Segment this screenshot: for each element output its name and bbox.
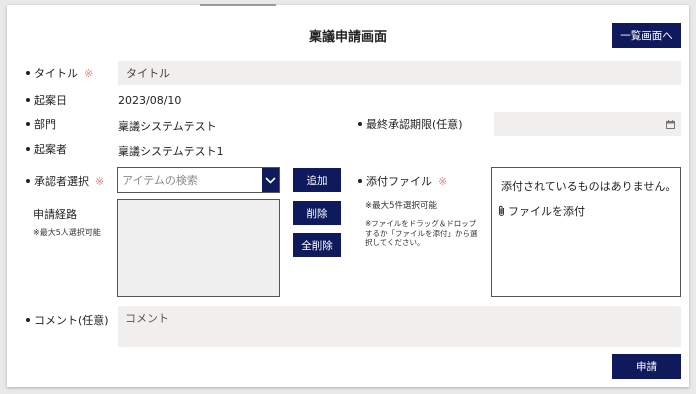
delete-approver-button[interactable]: 削除 <box>293 201 341 225</box>
drafter-value: 稟議システムテスト1 <box>118 145 224 158</box>
created-date-label-text: 起案日 <box>34 94 67 107</box>
bullet <box>26 122 30 126</box>
created-date-value: 2023/08/10 <box>118 94 182 107</box>
top-accent-line <box>200 4 276 6</box>
attach-file-label: ファイルを添付 <box>508 205 585 218</box>
page-title: 稟議申請画面 <box>308 30 387 45</box>
approver-label-text: 承認者選択 <box>34 175 89 188</box>
bullet <box>358 179 362 183</box>
comment-label-text: コメント(任意) <box>34 314 109 327</box>
attachment-label-text: 添付ファイル <box>366 175 432 188</box>
title-label-text: タイトル <box>34 67 78 80</box>
bullet <box>26 147 30 151</box>
required-mark: ※ <box>438 174 448 188</box>
route-label: 申請経路 <box>33 208 77 221</box>
approver-label: 承認者選択 ※ <box>26 174 104 188</box>
list-view-button[interactable]: 一覧画面へ <box>612 23 681 48</box>
dropdown-button[interactable] <box>262 168 279 192</box>
add-approver-button[interactable]: 追加 <box>293 168 341 192</box>
bullet <box>26 98 30 102</box>
department-label: 部門 <box>26 117 56 131</box>
department-label-text: 部門 <box>34 118 56 131</box>
submit-button[interactable]: 申請 <box>612 354 681 379</box>
deadline-label: 最終承認期限(任意) <box>358 117 463 131</box>
attachment-drop-area[interactable]: 添付されているものはありません。 ファイルを添付 <box>491 167 681 297</box>
department-value: 稟議システムテスト <box>118 120 217 133</box>
attachment-empty-text: 添付されているものはありません。 <box>501 180 677 193</box>
required-mark: ※ <box>95 174 105 188</box>
comment-textarea[interactable]: コメント <box>118 306 681 347</box>
route-note: ※最大5人選択可能 <box>33 228 101 237</box>
attachment-max-note: ※最大5件選択可能 <box>365 201 438 211</box>
drafter-label: 起案者 <box>26 142 67 156</box>
bullet <box>26 318 30 322</box>
chevron-down-icon <box>265 176 276 184</box>
deadline-label-text: 最終承認期限(任意) <box>366 118 463 131</box>
approver-search-select[interactable]: アイテムの検索 <box>117 167 280 193</box>
comment-label: コメント(任意) <box>26 313 109 327</box>
title-input[interactable] <box>118 61 681 85</box>
comment-placeholder: コメント <box>125 312 169 325</box>
attachment-label: 添付ファイル ※ <box>358 174 447 188</box>
title-label: タイトル ※ <box>26 66 93 80</box>
calendar-icon[interactable] <box>666 120 675 129</box>
paperclip-icon <box>499 205 504 216</box>
bullet <box>358 122 362 126</box>
required-mark: ※ <box>84 66 94 80</box>
attachment-help-note: ※ファイルをドラッグ＆ドロップするか「ファイルを添付」から選択してください。 <box>365 219 478 247</box>
bullet <box>26 71 30 75</box>
delete-all-approvers-button[interactable]: 全削除 <box>293 233 341 257</box>
drafter-label-text: 起案者 <box>34 143 67 156</box>
created-date-label: 起案日 <box>26 93 67 107</box>
approval-route-list[interactable] <box>117 199 280 297</box>
attach-file-link[interactable]: ファイルを添付 <box>497 203 585 219</box>
approver-search-placeholder: アイテムの検索 <box>122 174 198 187</box>
deadline-date-input[interactable] <box>494 112 681 136</box>
bullet <box>26 179 30 183</box>
